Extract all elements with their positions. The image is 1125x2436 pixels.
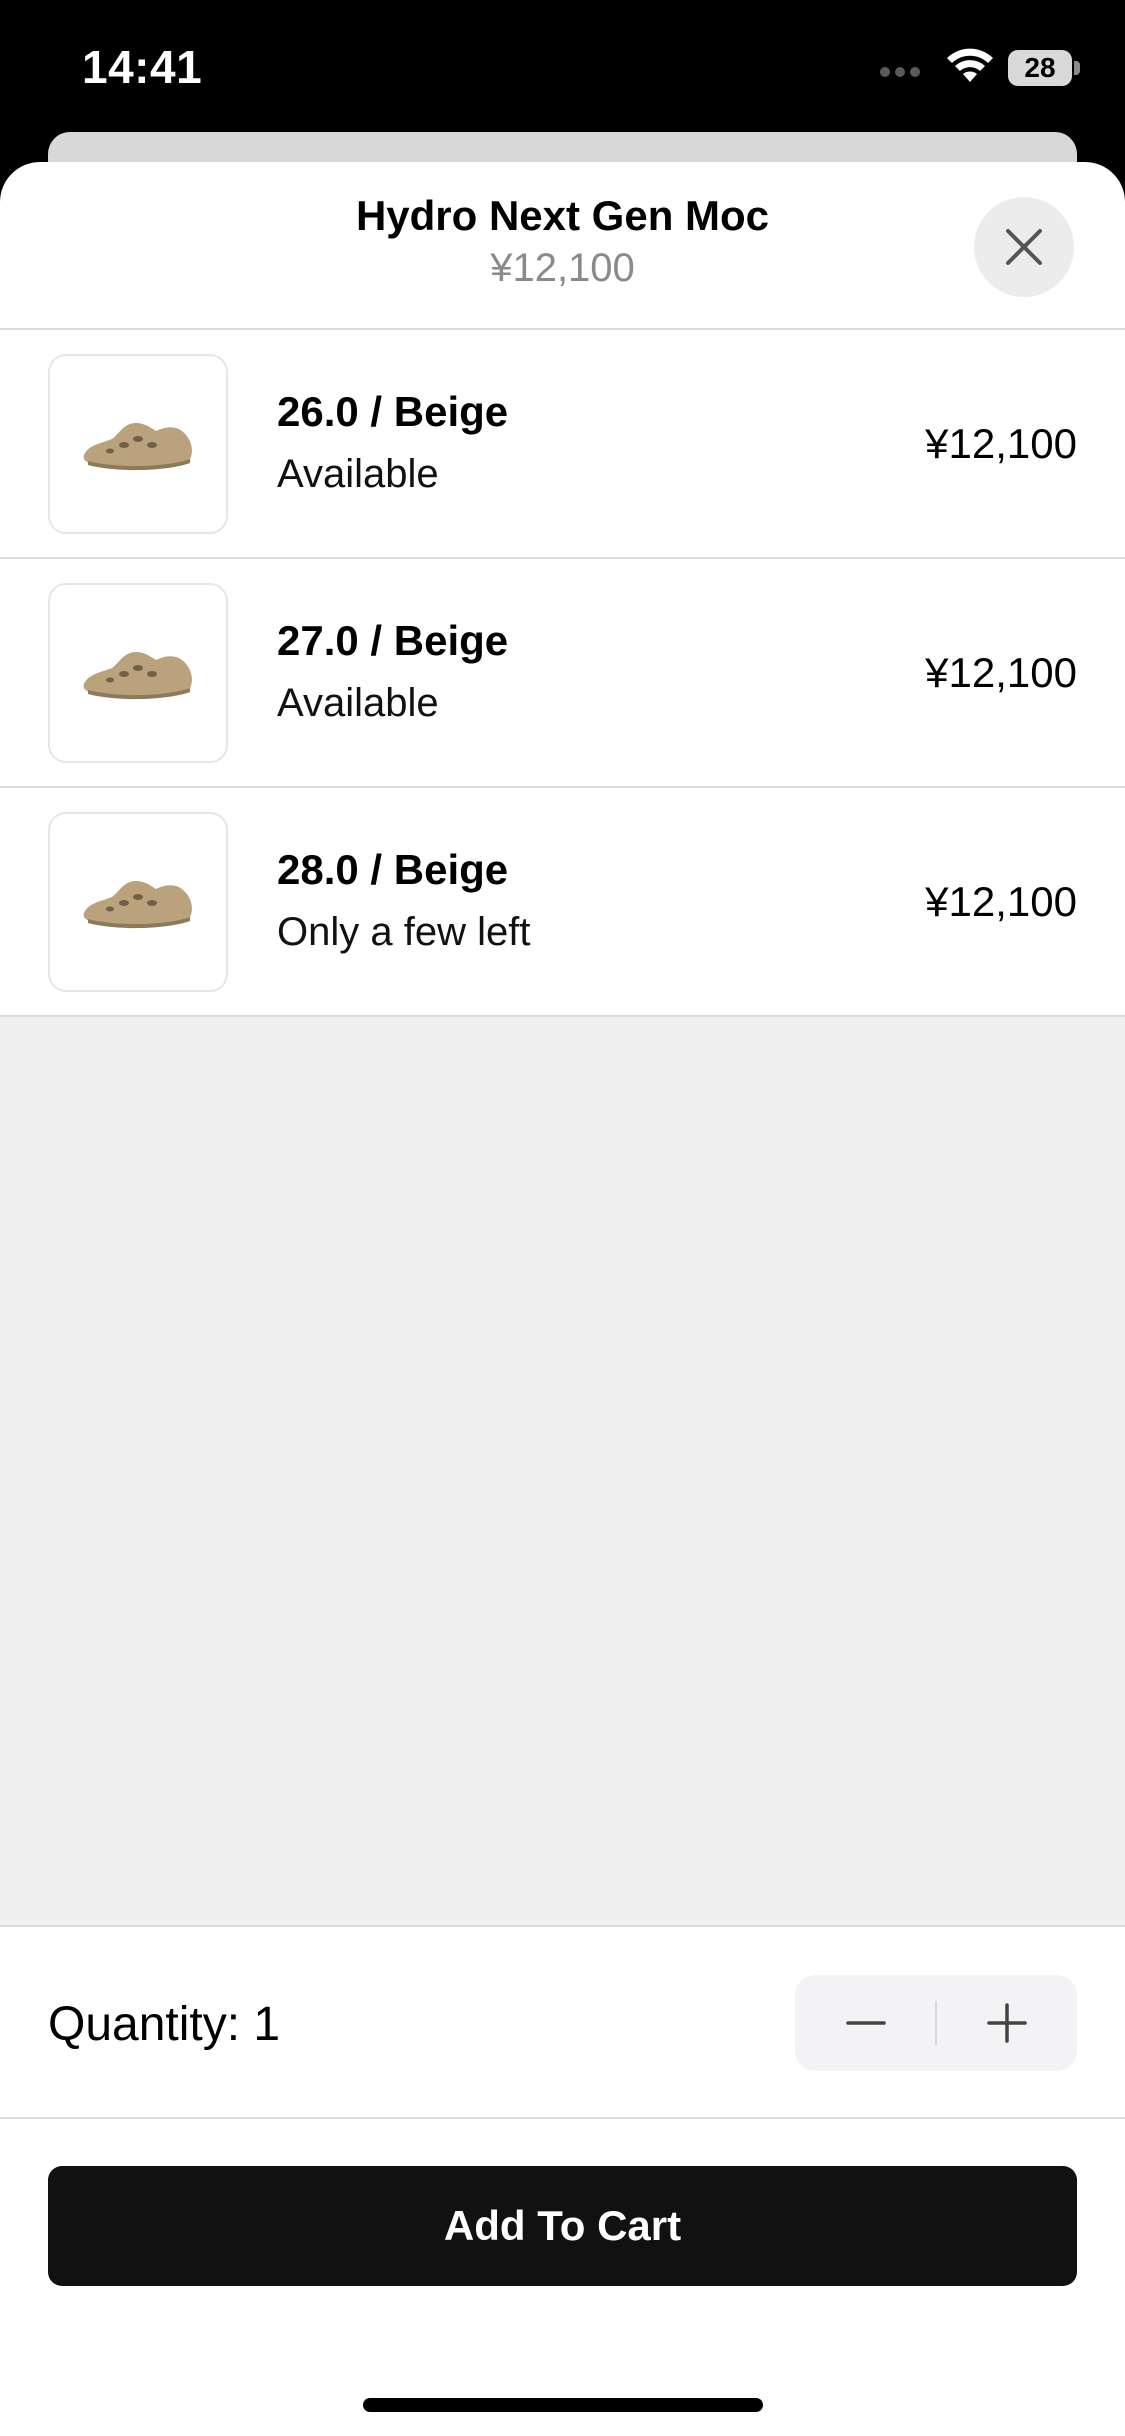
minus-icon bbox=[845, 2021, 886, 2025]
shoe-thumbnail bbox=[48, 583, 228, 763]
quantity-label: Quantity: 1 bbox=[48, 1998, 281, 2051]
shoe-icon bbox=[83, 881, 192, 929]
variant-status: Available bbox=[277, 681, 439, 725]
quantity-stepper bbox=[795, 1975, 1077, 2071]
empty-list-area bbox=[0, 1017, 1125, 1925]
variant-title: 26.0 / Beige bbox=[277, 388, 509, 435]
wifi-icon bbox=[947, 48, 993, 82]
variant-status: Available bbox=[277, 452, 439, 496]
variant-title: 27.0 / Beige bbox=[277, 617, 509, 664]
variant-status: Only a few left bbox=[277, 910, 531, 954]
plus-icon bbox=[986, 2003, 1027, 2043]
shoe-thumbnail bbox=[48, 812, 228, 992]
variant-row[interactable]: 28.0 / Beige Only a few left ¥12,100 bbox=[0, 788, 1125, 1017]
close-button[interactable] bbox=[974, 197, 1074, 297]
shoe-thumbnail bbox=[48, 354, 228, 534]
decrement-button[interactable] bbox=[795, 1975, 936, 2071]
product-price: ¥12,100 bbox=[490, 246, 635, 290]
variant-price: ¥12,100 bbox=[925, 878, 1077, 925]
home-indicator bbox=[363, 2398, 763, 2412]
sheet-header: Hydro Next Gen Moc ¥12,100 bbox=[0, 162, 1125, 330]
variant-row[interactable]: 26.0 / Beige Available ¥12,100 bbox=[0, 330, 1125, 559]
variant-title: 28.0 / Beige bbox=[277, 846, 509, 893]
shoe-icon bbox=[83, 652, 192, 700]
variant-price: ¥12,100 bbox=[925, 420, 1077, 467]
increment-button[interactable] bbox=[936, 1975, 1077, 2071]
variant-row[interactable]: 27.0 / Beige Available ¥12,100 bbox=[0, 559, 1125, 788]
close-icon bbox=[1006, 229, 1042, 265]
variant-price: ¥12,100 bbox=[925, 649, 1077, 696]
add-to-cart-button[interactable]: Add To Cart bbox=[48, 2166, 1077, 2286]
product-title: Hydro Next Gen Moc bbox=[355, 192, 770, 239]
status-time: 14:41 bbox=[82, 41, 203, 93]
status-bar: 14:41 28 bbox=[0, 0, 1125, 135]
battery-level: 28 bbox=[1024, 52, 1056, 83]
battery-icon: 28 bbox=[1008, 50, 1080, 86]
variant-list: 26.0 / Beige Available ¥12,100 27.0 / Be… bbox=[0, 330, 1125, 1017]
signal-dots-icon bbox=[880, 64, 920, 80]
shoe-icon bbox=[83, 423, 192, 471]
quantity-bar: Quantity: 1 bbox=[0, 1925, 1125, 2119]
